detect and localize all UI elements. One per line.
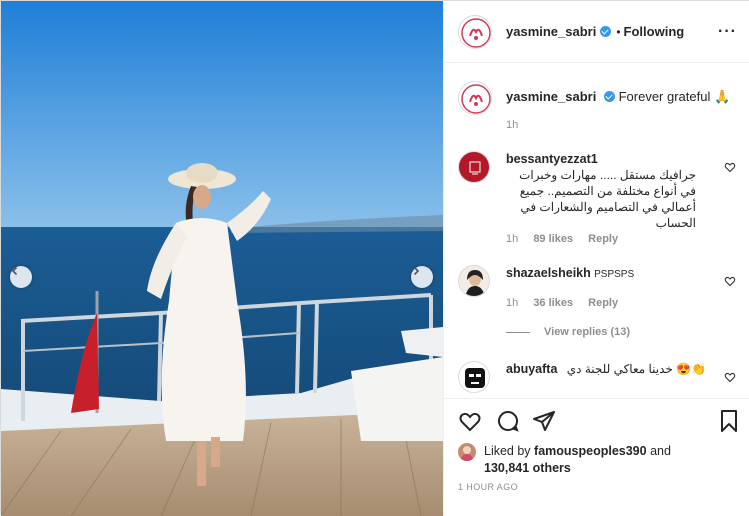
view-replies-label: View replies (13) — [544, 326, 631, 338]
post-photo[interactable] — [1, 1, 443, 516]
liked-by-prefix: Liked by — [484, 444, 531, 458]
paper-plane-icon[interactable] — [532, 409, 556, 433]
chevron-right-icon — [413, 266, 420, 276]
comment-body: bessantyezzat1 جرافيك مستقل ..... مهارات… — [506, 151, 696, 231]
avatar-person-icon — [460, 446, 474, 461]
following-button[interactable]: Following — [624, 24, 685, 39]
commenter-avatar[interactable] — [458, 361, 490, 393]
instagram-post: yasmine_sabri • Following ··· yasmine_sa… — [0, 0, 749, 516]
reply-button[interactable]: Reply — [588, 297, 618, 309]
comment-username[interactable]: shazaelsheikh — [506, 266, 591, 280]
posted-time[interactable]: 1 HOUR AGO — [458, 482, 518, 492]
replies-divider — [506, 331, 530, 333]
comment-likes[interactable]: 89 likes — [533, 233, 573, 245]
heart-icon[interactable] — [724, 161, 736, 173]
comment-text: PSPSPS — [594, 269, 635, 280]
post-side-panel: yasmine_sabri • Following ··· yasmine_sa… — [443, 1, 749, 516]
author-avatar[interactable] — [458, 14, 492, 49]
comment-username[interactable]: abuyafta — [506, 362, 557, 376]
next-photo-button[interactable] — [411, 266, 433, 288]
avatar-person-icon — [465, 368, 485, 388]
chevron-left-icon — [11, 266, 18, 276]
caption-emoji: 🙏 — [713, 89, 731, 104]
comment-username[interactable]: bessantyezzat1 — [506, 152, 598, 166]
heart-icon[interactable] — [458, 409, 482, 433]
comment-body: shazaelsheikh PSPSPS — [506, 265, 696, 283]
reply-button[interactable]: Reply — [588, 233, 618, 245]
caption-time: 1h — [506, 119, 519, 131]
comment-meta: 1h 89 likes Reply — [506, 233, 630, 245]
verified-badge-icon — [603, 91, 615, 102]
liker-avatar[interactable] — [458, 443, 476, 461]
caption-username[interactable]: yasmine_sabri — [506, 89, 596, 104]
view-replies-button[interactable]: View replies (13) — [506, 326, 630, 338]
liked-by-and: and — [650, 444, 671, 458]
comment-time: 1h — [506, 233, 519, 245]
previous-photo-button[interactable] — [10, 266, 32, 288]
liked-by-count[interactable]: 130,841 others — [484, 461, 571, 475]
comment-likes[interactable]: 36 likes — [533, 297, 573, 309]
more-horizontal-icon[interactable]: ··· — [718, 23, 737, 41]
caption-avatar[interactable] — [458, 81, 492, 115]
bookmark-icon[interactable] — [717, 409, 741, 433]
comment-meta: 1h 36 likes Reply — [506, 297, 630, 309]
heart-icon[interactable] — [724, 275, 736, 287]
liked-by-text: Liked by famouspeoples390 and 130,841 ot… — [484, 443, 734, 477]
post-actions-bar — [444, 398, 749, 446]
caption-text: Forever grateful — [618, 89, 711, 104]
comment-text: خدينا معاكي للجنة دي 😍👏 — [566, 362, 707, 376]
caption-text-row: yasmine_sabri Forever grateful 🙏 — [506, 89, 730, 105]
commenter-avatar[interactable] — [458, 265, 490, 297]
comment-time: 1h — [506, 297, 519, 309]
liked-by-user[interactable]: famouspeoples390 — [534, 444, 647, 458]
avatar-initials-icon — [469, 161, 481, 175]
heart-icon[interactable] — [724, 371, 736, 383]
verified-badge-icon — [600, 26, 612, 37]
header-separator: • — [616, 24, 621, 39]
avatar-logo-icon — [461, 84, 491, 114]
photo-illustration — [1, 1, 443, 516]
author-username[interactable]: yasmine_sabri — [506, 24, 596, 39]
comment-icon[interactable] — [496, 409, 520, 433]
avatar-logo-icon — [461, 17, 491, 48]
post-header: yasmine_sabri • Following ··· — [444, 1, 749, 63]
comment-body: abuyafta خدينا معاكي للجنة دي 😍👏 — [506, 361, 706, 377]
comment-text: جرافيك مستقل ..... مهارات وخبرات في أنوا… — [519, 168, 696, 230]
commenter-avatar[interactable] — [458, 151, 490, 183]
avatar-person-icon — [465, 270, 485, 296]
